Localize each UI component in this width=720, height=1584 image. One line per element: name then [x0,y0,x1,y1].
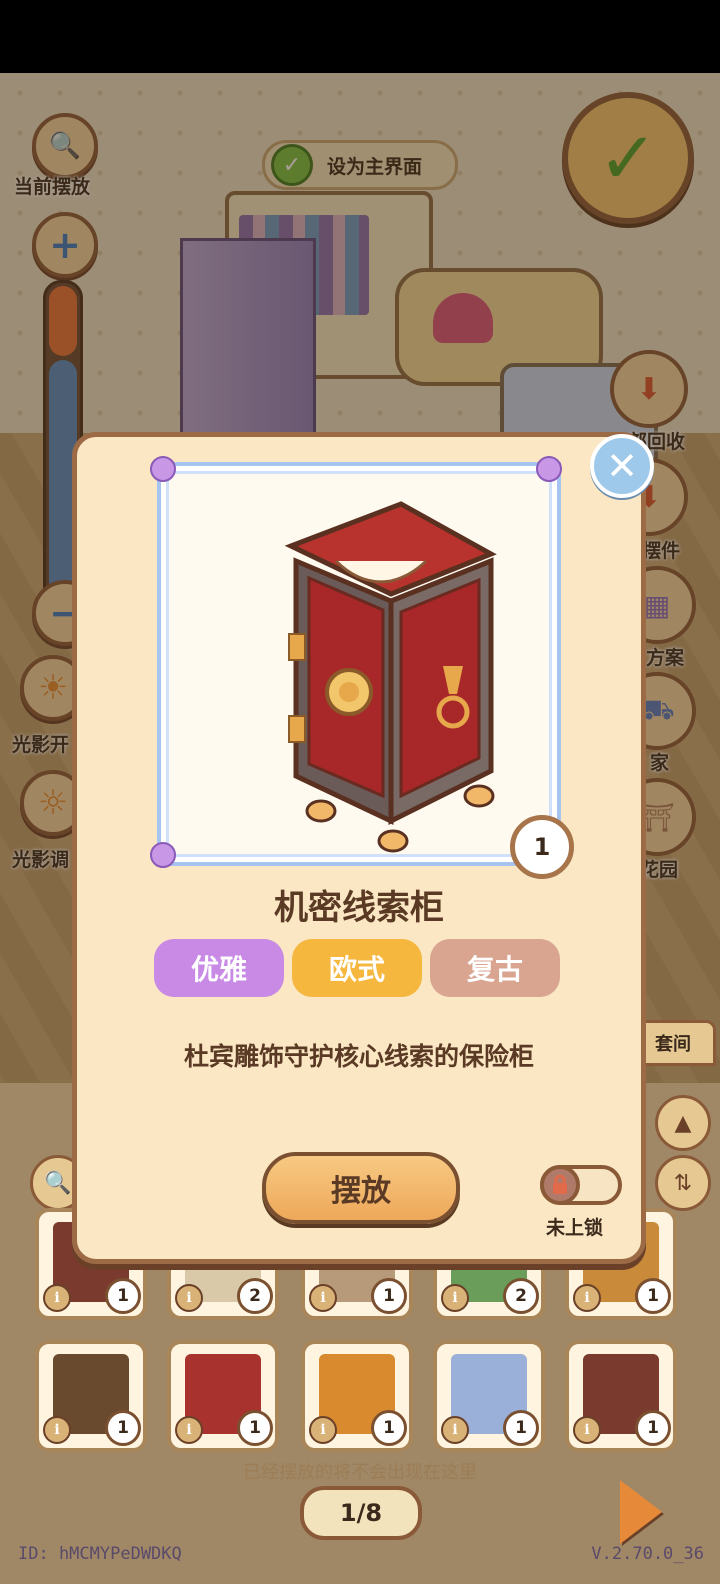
item-count-badge: 2 [237,1278,273,1314]
lock-status-label: 未上锁 [546,1217,604,1239]
scroll-up-button[interactable]: ▲ [655,1095,711,1151]
item-count-badge: 1 [105,1410,141,1446]
place-button[interactable]: 摆放 [262,1152,460,1224]
item-quantity-badge: 1 [510,815,574,879]
info-icon[interactable]: i [309,1284,337,1312]
tag-retro: 复古 [430,939,560,997]
sort-icon: ⇅ [673,1170,693,1196]
lock-toggle[interactable] [540,1165,622,1205]
tag-label: 优雅 [190,953,247,986]
page-indicator: 1/8 [300,1486,422,1540]
inventory-item-card[interactable]: i1 [35,1340,147,1452]
placed-hint: 已经摆放的将不会出现在这里 [243,1462,477,1483]
tag-elegant: 优雅 [154,939,284,997]
frame-corner-ornament [536,456,562,482]
inventory-item-card[interactable]: i1 [167,1340,279,1452]
tag-label: 复古 [466,953,523,986]
inventory-item-card[interactable]: i1 [565,1340,677,1452]
lock-icon [540,1165,580,1205]
game-version: V.2.70.0_36 [591,1544,704,1564]
item-count-badge: 1 [371,1410,407,1446]
sort-button[interactable]: ⇅ [655,1155,711,1211]
inventory-item-card[interactable]: i1 [301,1340,413,1452]
item-count-badge: 1 [105,1278,141,1314]
item-count-badge: 1 [635,1278,671,1314]
item-count-badge: 2 [503,1278,539,1314]
info-icon[interactable]: i [573,1284,601,1312]
chevron-up-icon: ▲ [674,1110,692,1136]
info-icon[interactable]: i [175,1284,203,1312]
info-icon[interactable]: i [309,1416,337,1444]
info-icon[interactable]: i [441,1284,469,1312]
item-count-badge: 1 [635,1410,671,1446]
tag-label: 欧式 [328,953,385,986]
close-icon: ✕ [606,444,638,488]
info-icon[interactable]: i [43,1284,71,1312]
item-count-badge: 1 [371,1278,407,1314]
item-count-badge: 1 [237,1410,273,1446]
info-icon[interactable]: i [175,1416,203,1444]
item-name: 机密线索柜 [274,888,444,928]
item-description: 杜宾雕饰守护核心线索的保险柜 [183,1042,534,1071]
info-icon[interactable]: i [573,1416,601,1444]
close-button[interactable]: ✕ [590,434,654,498]
item-preview-frame [157,462,561,866]
safe-cabinet-illustration [284,501,497,853]
item-count-badge: 1 [503,1410,539,1446]
frame-corner-ornament [150,842,176,868]
next-page-arrow-icon[interactable] [620,1480,662,1544]
tag-european: 欧式 [292,939,422,997]
search-icon: 🔍 [44,1170,72,1196]
status-bar [0,0,720,73]
player-id: ID: hMCMYPeDWDKQ [18,1544,182,1564]
inventory-item-card[interactable]: i1 [433,1340,545,1452]
info-icon[interactable]: i [441,1416,469,1444]
frame-corner-ornament [150,456,176,482]
info-icon[interactable]: i [43,1416,71,1444]
